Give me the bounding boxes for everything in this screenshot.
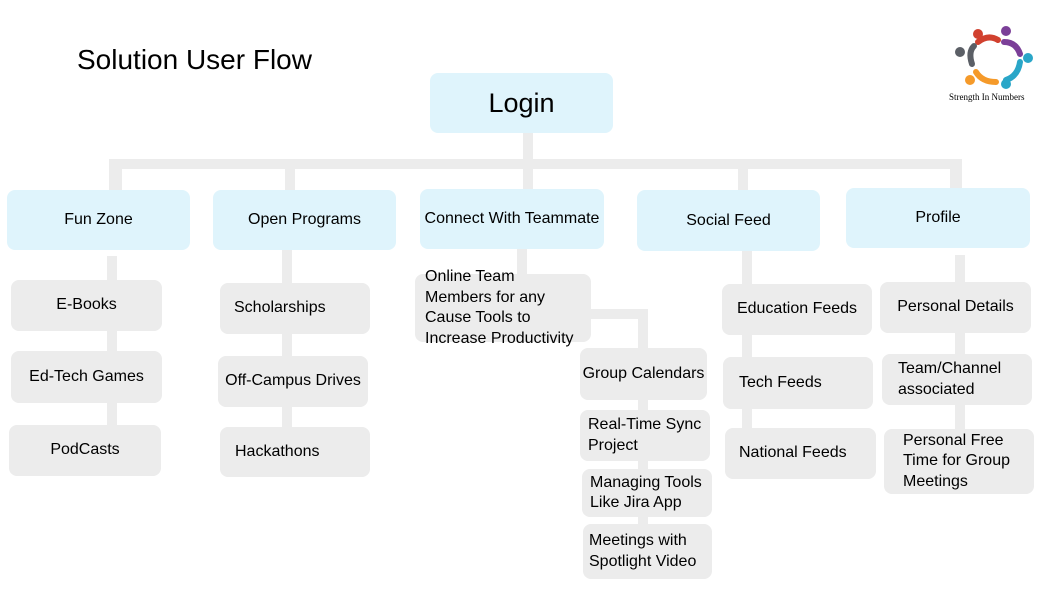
item-meetings-spotlight-video[interactable]: Meetings with Spotlight Video bbox=[583, 524, 712, 579]
item-team-channel-associated[interactable]: Team/Channel associated bbox=[882, 354, 1032, 405]
item-managing-tools[interactable]: Managing Tools Like Jira App bbox=[582, 469, 712, 517]
item-label: Personal Free Time for Group Meetings bbox=[903, 431, 1010, 490]
item-label: Managing Tools Like Jira App bbox=[590, 473, 702, 512]
item-label: Education Feeds bbox=[736, 300, 858, 318]
item-label: Group Calendars bbox=[582, 364, 705, 382]
item-label: National Feeds bbox=[739, 444, 847, 462]
item-e-books[interactable]: E-Books bbox=[11, 280, 162, 331]
login-node[interactable]: Login bbox=[430, 73, 613, 133]
item-label: Meetings with Spotlight Video bbox=[589, 532, 697, 570]
connector-horizontal-bus bbox=[109, 159, 961, 169]
connector-bus-open-programs bbox=[285, 163, 295, 190]
connector-bus-connect bbox=[523, 163, 533, 190]
page-title: Solution User Flow bbox=[77, 44, 312, 75]
item-hackathons[interactable]: Hackathons bbox=[220, 427, 370, 477]
item-label: Team/Channel associated bbox=[898, 360, 1002, 398]
connector-bus-social-feed bbox=[738, 163, 748, 190]
category-fun-zone[interactable]: Fun Zone bbox=[7, 190, 190, 250]
item-label: E-Books bbox=[56, 296, 117, 314]
item-label: Real-Time Sync Project bbox=[588, 416, 702, 454]
item-personal-details[interactable]: Personal Details bbox=[880, 282, 1031, 333]
logo-caption: Strength In Numbers bbox=[949, 92, 1025, 102]
item-label: Personal Details bbox=[897, 298, 1014, 316]
category-profile[interactable]: Profile bbox=[846, 188, 1030, 248]
item-label: Off-Campus Drives bbox=[225, 372, 361, 390]
item-ed-tech-games[interactable]: Ed-Tech Games bbox=[11, 351, 162, 403]
item-podcasts[interactable]: PodCasts bbox=[9, 425, 161, 476]
item-label: PodCasts bbox=[50, 441, 120, 459]
strength-in-numbers-logo-icon bbox=[955, 26, 1033, 89]
item-label: Online Team Members for any Cause Tools … bbox=[425, 268, 574, 347]
item-national-feeds[interactable]: National Feeds bbox=[725, 428, 876, 479]
item-personal-free-time[interactable]: Personal Free Time for Group Meetings bbox=[884, 429, 1034, 494]
login-label: Login bbox=[488, 87, 555, 118]
category-label: Open Programs bbox=[248, 211, 361, 228]
item-off-campus-drives[interactable]: Off-Campus Drives bbox=[218, 356, 368, 407]
category-label: Social Feed bbox=[686, 211, 771, 229]
category-open-programs[interactable]: Open Programs bbox=[213, 190, 396, 250]
category-social-feed[interactable]: Social Feed bbox=[637, 190, 820, 251]
category-label: Fun Zone bbox=[64, 211, 133, 228]
category-label: Profile bbox=[915, 209, 961, 226]
category-connect-with-teammate[interactable]: Connect With Teammate bbox=[420, 189, 604, 249]
item-label: Scholarships bbox=[234, 299, 326, 317]
connector-bus-fun-zone bbox=[109, 159, 122, 190]
item-label: Ed-Tech Games bbox=[29, 367, 144, 385]
item-tech-feeds[interactable]: Tech Feeds bbox=[723, 357, 873, 409]
item-group-calendars[interactable]: Group Calendars bbox=[580, 348, 707, 400]
category-label: Connect With Teammate bbox=[424, 210, 600, 227]
item-online-team-members[interactable]: Online Team Members for any Cause Tools … bbox=[415, 268, 591, 347]
logo: Strength In Numbers bbox=[944, 22, 1044, 104]
item-label: Hackathons bbox=[235, 442, 320, 460]
item-real-time-sync-project[interactable]: Real-Time Sync Project bbox=[580, 410, 710, 461]
item-education-feeds[interactable]: Education Feeds bbox=[722, 284, 872, 335]
item-scholarships[interactable]: Scholarships bbox=[220, 283, 370, 334]
item-label: Tech Feeds bbox=[739, 373, 822, 391]
connector-bus-profile bbox=[950, 159, 962, 189]
